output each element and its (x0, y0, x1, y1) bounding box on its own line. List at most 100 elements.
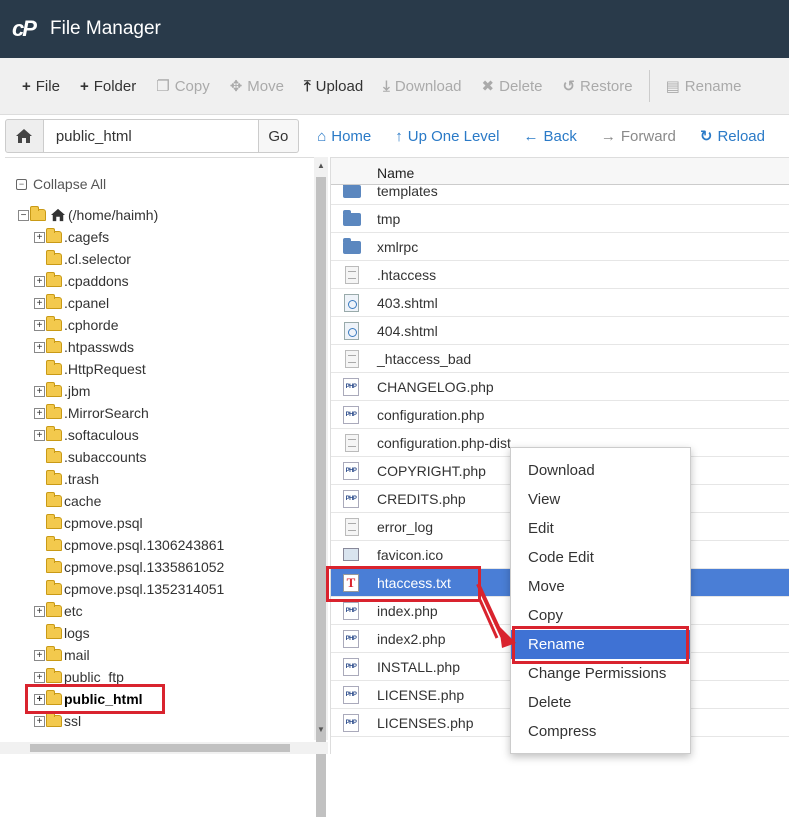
tree-item[interactable]: .trash (34, 468, 99, 490)
menu-item-move[interactable]: Move (511, 572, 690, 601)
tree-horizontal-scrollbar[interactable] (0, 742, 328, 754)
tree-item[interactable]: cpmove.psql.1335861052 (34, 556, 224, 578)
collapse-all-link[interactable]: − Collapse All (16, 176, 106, 192)
forward-link[interactable]: → Forward (601, 127, 676, 145)
file-row[interactable]: tmp (331, 205, 789, 233)
reload-icon: ↻ (699, 128, 713, 145)
expand-toggle-icon[interactable]: + (34, 385, 45, 397)
scroll-up-arrow-icon[interactable]: ▲ (317, 161, 325, 170)
download-button[interactable]: ⤓ Download (373, 71, 471, 101)
tree-item[interactable]: cache (34, 490, 101, 512)
file-row[interactable]: xmlrpc (331, 233, 789, 261)
tree-item[interactable]: + .softaculous (34, 424, 139, 446)
collapse-icon: − (16, 178, 27, 190)
menu-item-compress[interactable]: Compress (511, 717, 690, 746)
tree-item[interactable]: cpmove.psql.1352314051 (34, 578, 224, 600)
tree-item[interactable]: + .jbm (34, 380, 90, 402)
tree-root[interactable]: − (/home/haimh) (18, 204, 158, 226)
tree-item[interactable]: + mail (34, 644, 90, 666)
tree-item[interactable]: .HttpRequest (34, 358, 146, 380)
expand-toggle-icon[interactable]: + (34, 231, 45, 243)
tree-item[interactable]: + .MirrorSearch (34, 402, 149, 424)
tree-item[interactable]: + .cpanel (34, 292, 109, 314)
menu-item-delete[interactable]: Delete (511, 688, 690, 717)
go-button[interactable]: Go (258, 119, 300, 153)
expand-toggle-icon[interactable]: + (34, 671, 45, 683)
expand-toggle-icon[interactable]: + (34, 341, 45, 353)
folder-icon (46, 272, 62, 287)
php-file-icon: PHP (343, 405, 359, 424)
folder-icon (46, 294, 62, 309)
menu-item-edit[interactable]: Edit (511, 514, 690, 543)
cpanel-logo[interactable]: cP (12, 17, 42, 41)
delete-button[interactable]: ✖ Delete (472, 71, 553, 101)
tree-item-label: .subaccounts (64, 449, 147, 465)
tree-item-label: cache (64, 493, 102, 509)
restore-button[interactable]: ↺ Restore (552, 71, 642, 101)
back-link[interactable]: ← Back (524, 127, 577, 145)
collapse-toggle-icon[interactable]: − (18, 209, 29, 221)
tree-item-label: .cphorde (64, 317, 119, 333)
tree-item-label: .cagefs (64, 229, 110, 245)
menu-item-view[interactable]: View (511, 485, 690, 514)
expand-toggle-icon[interactable]: + (34, 715, 45, 727)
path-input[interactable] (43, 119, 259, 153)
tree-scroll-thumb[interactable] (316, 177, 326, 817)
expand-toggle-icon[interactable]: + (34, 275, 45, 287)
text-file-icon (345, 433, 359, 452)
file-row[interactable]: _htaccess_bad (331, 345, 789, 373)
tree-item[interactable]: cpmove.psql.1306243861 (34, 534, 224, 556)
horizontal-scroll-thumb[interactable] (30, 744, 290, 752)
tree-scrollbar[interactable]: ▲ ▼ (314, 157, 328, 817)
rename-icon: ▤ (665, 78, 680, 95)
reload-link[interactable]: ↻ Reload (699, 127, 765, 146)
tree-item[interactable]: .subaccounts (34, 446, 147, 468)
up-one-level-link[interactable]: ↑ Up One Level (395, 127, 499, 145)
tree-item-label: .cl.selector (64, 251, 131, 267)
file-row[interactable]: PHP CHANGELOG.php (331, 373, 789, 401)
tree-item[interactable]: cpmove.psql (34, 512, 143, 534)
scroll-down-arrow-icon[interactable]: ▼ (317, 725, 325, 734)
expand-toggle-icon[interactable]: + (34, 429, 45, 441)
folder-icon (343, 210, 361, 226)
tree-item-label: cpmove.psql (64, 515, 143, 531)
php-file-icon: PHP (343, 685, 359, 704)
file-row[interactable]: .htaccess (331, 261, 789, 289)
folder-icon (46, 602, 62, 617)
expand-toggle-icon[interactable]: + (34, 649, 45, 661)
folder-icon (46, 250, 62, 265)
folder-button[interactable]: + Folder (70, 71, 146, 101)
tree-item[interactable]: + .htpasswds (34, 336, 134, 358)
path-bar: Go ⌂Home ↑Up One Level ←Back →Forward ↻Reloa… (0, 115, 789, 157)
file-row[interactable]: 403.shtml (331, 289, 789, 317)
expand-toggle-icon[interactable]: + (34, 407, 45, 419)
home-link[interactable]: ⌂ Home (317, 127, 371, 145)
folder-icon (46, 668, 62, 683)
column-name[interactable]: Name (377, 165, 414, 181)
upload-button[interactable]: ⤒ Upload (294, 71, 373, 101)
tree-item-label: mail (64, 647, 90, 663)
file-name: 404.shtml (377, 322, 438, 339)
tree-item[interactable]: logs (34, 622, 90, 644)
expand-toggle-icon[interactable]: + (34, 605, 45, 617)
expand-toggle-icon[interactable]: + (34, 297, 45, 309)
tree-item[interactable]: .cl.selector (34, 248, 131, 270)
tree-item[interactable]: + .cphorde (34, 314, 118, 336)
home-directory-button[interactable] (5, 119, 44, 153)
tree-item[interactable]: + .cagefs (34, 226, 109, 248)
tree-item[interactable]: + .cpaddons (34, 270, 129, 292)
delete-label: Delete (499, 77, 543, 95)
highlight-rename (512, 626, 689, 664)
tree-item[interactable]: + etc (34, 600, 83, 622)
move-button[interactable]: ✥ Move (220, 71, 294, 101)
tree-item-label: .HttpRequest (64, 361, 146, 377)
file-row[interactable]: PHP configuration.php (331, 401, 789, 429)
menu-item-code-edit[interactable]: Code Edit (511, 543, 690, 572)
expand-toggle-icon[interactable]: + (34, 319, 45, 331)
menu-item-download[interactable]: Download (511, 456, 690, 485)
copy-button[interactable]: ❐ Copy (146, 71, 219, 101)
file-row[interactable]: 404.shtml (331, 317, 789, 345)
rename-button[interactable]: ▤ Rename (656, 71, 752, 101)
file-button[interactable]: + File (12, 71, 70, 101)
file-list-header[interactable]: Name (331, 157, 789, 185)
